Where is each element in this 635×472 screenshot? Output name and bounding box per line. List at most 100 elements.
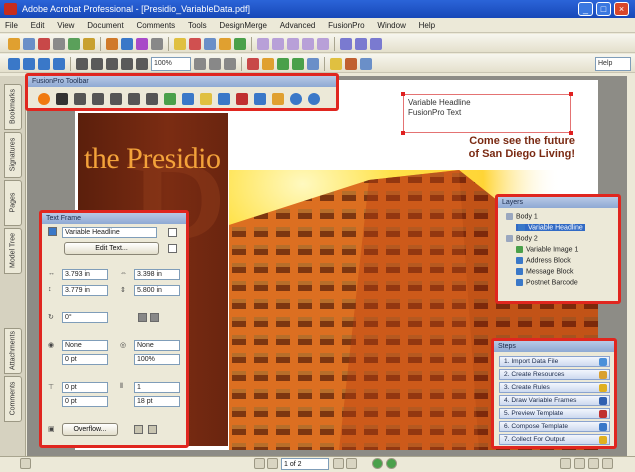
variable-frames-icon[interactable] (218, 93, 230, 105)
compose-icon[interactable] (254, 93, 266, 105)
rotate-view-icon[interactable] (247, 57, 259, 70)
rotate-icon[interactable] (257, 37, 269, 50)
rotation-field[interactable]: 0° (62, 312, 108, 323)
select-text-icon[interactable] (91, 57, 103, 70)
info-icon[interactable] (308, 93, 320, 105)
workflow-step-button[interactable]: 4. Draw Variable Frames (499, 395, 610, 406)
resize-handle[interactable] (401, 92, 405, 96)
zoom-combo[interactable]: 100% (151, 56, 191, 71)
close-button[interactable]: × (614, 2, 629, 16)
facing-view-icon[interactable] (588, 458, 599, 469)
go-back-icon[interactable] (372, 458, 383, 469)
resize-handle[interactable] (569, 92, 573, 96)
tab-comments[interactable]: Comments (4, 376, 22, 422)
search-icon[interactable] (83, 37, 95, 50)
data-source-icon[interactable] (164, 93, 176, 105)
single-page-view-icon[interactable] (560, 458, 571, 469)
graphic-frame-tool-icon[interactable] (92, 93, 104, 105)
workflow-step-button[interactable]: 1. Import Data File (499, 356, 610, 367)
preview-icon[interactable] (236, 93, 248, 105)
page-size-icon[interactable] (20, 458, 31, 469)
frame-align-icon[interactable] (134, 425, 143, 434)
open-icon[interactable] (8, 37, 20, 50)
zoom-in-icon[interactable] (121, 57, 133, 70)
zoom-out-icon[interactable] (136, 57, 148, 70)
create-pdf-icon[interactable] (23, 37, 35, 50)
hand-tool-icon[interactable] (76, 57, 88, 70)
layer-row[interactable]: Address Block (516, 257, 571, 264)
stroke-color-select[interactable]: None (134, 340, 180, 351)
barcode-frame-tool-icon[interactable] (128, 93, 140, 105)
read-aloud-icon[interactable] (262, 57, 274, 70)
menu-window[interactable]: Window (372, 18, 410, 33)
copyfit-tool-icon[interactable] (146, 93, 158, 105)
layer-row[interactable]: Postnet Barcode (516, 279, 578, 286)
pan-zoom-icon[interactable] (292, 57, 304, 70)
table-frame-tool-icon[interactable] (110, 93, 122, 105)
maximize-button[interactable]: □ (596, 2, 611, 16)
tab-signatures[interactable]: Signatures (4, 132, 22, 178)
forms-icon[interactable] (136, 37, 148, 50)
workflow-step-button[interactable]: 5. Preview Template (499, 408, 610, 419)
menu-designmerge[interactable]: DesignMerge (214, 18, 272, 33)
last-page-button[interactable] (346, 458, 357, 469)
menu-document[interactable]: Document (82, 18, 128, 33)
frame-lock-icon[interactable] (168, 244, 177, 253)
fill-tint-field[interactable]: 0 pt (62, 354, 108, 365)
fill-color-select[interactable]: None (62, 340, 108, 351)
menu-advanced[interactable]: Advanced (275, 18, 321, 33)
collect-icon[interactable] (272, 93, 284, 105)
save-icon[interactable] (38, 37, 50, 50)
layer-row[interactable]: Message Block (516, 268, 573, 275)
stroke-tint-field[interactable]: 100% (134, 354, 180, 365)
last-page-icon[interactable] (53, 57, 65, 70)
frame-distribute-icon[interactable] (148, 425, 157, 434)
help-icon[interactable] (290, 93, 302, 105)
markup-icon[interactable] (234, 37, 246, 50)
x2-field[interactable]: 3.398 in (134, 269, 180, 280)
y2-field[interactable]: 5.800 in (134, 285, 180, 296)
secure-icon[interactable] (121, 37, 133, 50)
inset-bottom-field[interactable]: 0 pt (62, 396, 108, 407)
link-icon[interactable] (317, 37, 329, 50)
menu-comments[interactable]: Comments (131, 18, 180, 33)
previous-page-icon[interactable] (23, 57, 35, 70)
resources-icon[interactable] (182, 93, 194, 105)
x1-field[interactable]: 3.793 in (62, 269, 108, 280)
fusionpro-preview-icon[interactable] (340, 37, 352, 50)
minimize-button[interactable]: _ (578, 2, 593, 16)
frame-name-field[interactable]: Variable Headline (62, 227, 157, 238)
menu-view[interactable]: View (52, 18, 79, 33)
text-frame-tool-icon[interactable] (74, 93, 86, 105)
first-page-button[interactable] (254, 458, 265, 469)
text-touchup-icon[interactable] (287, 37, 299, 50)
help-search-field[interactable]: Help (595, 56, 631, 71)
layers-icon[interactable] (360, 57, 372, 70)
fusionpro-compose-icon[interactable] (355, 37, 367, 50)
menu-edit[interactable]: Edit (26, 18, 50, 33)
menu-tools[interactable]: Tools (183, 18, 212, 33)
mirror-icon[interactable] (150, 313, 159, 322)
workflow-step-button[interactable]: 7. Collect For Output (499, 434, 610, 445)
y1-field[interactable]: 3.779 in (62, 285, 108, 296)
inset-top-field[interactable]: 0 pt (62, 382, 108, 393)
select-arrow-icon[interactable] (56, 93, 68, 105)
overflow-button[interactable]: Overflow... (62, 423, 118, 436)
attach-icon[interactable] (219, 37, 231, 50)
first-page-icon[interactable] (8, 57, 20, 70)
highlight-icon[interactable] (189, 37, 201, 50)
columns-field[interactable]: 1 (134, 382, 180, 393)
comment-icon[interactable] (174, 37, 186, 50)
tab-pages[interactable]: Pages (4, 180, 22, 226)
gutter-field[interactable]: 18 pt (134, 396, 180, 407)
fusionpro-logo-icon[interactable] (38, 93, 50, 105)
layer-row[interactable]: Body 1 (506, 213, 538, 220)
email-icon[interactable] (68, 37, 80, 50)
next-page-button[interactable] (333, 458, 344, 469)
tab-attachments[interactable]: Attachments (4, 328, 22, 374)
previous-page-button[interactable] (267, 458, 278, 469)
next-page-icon[interactable] (38, 57, 50, 70)
layer-row[interactable]: Variable Image 1 (516, 246, 578, 253)
continuous-view-icon[interactable] (574, 458, 585, 469)
flip-icon[interactable] (138, 313, 147, 322)
